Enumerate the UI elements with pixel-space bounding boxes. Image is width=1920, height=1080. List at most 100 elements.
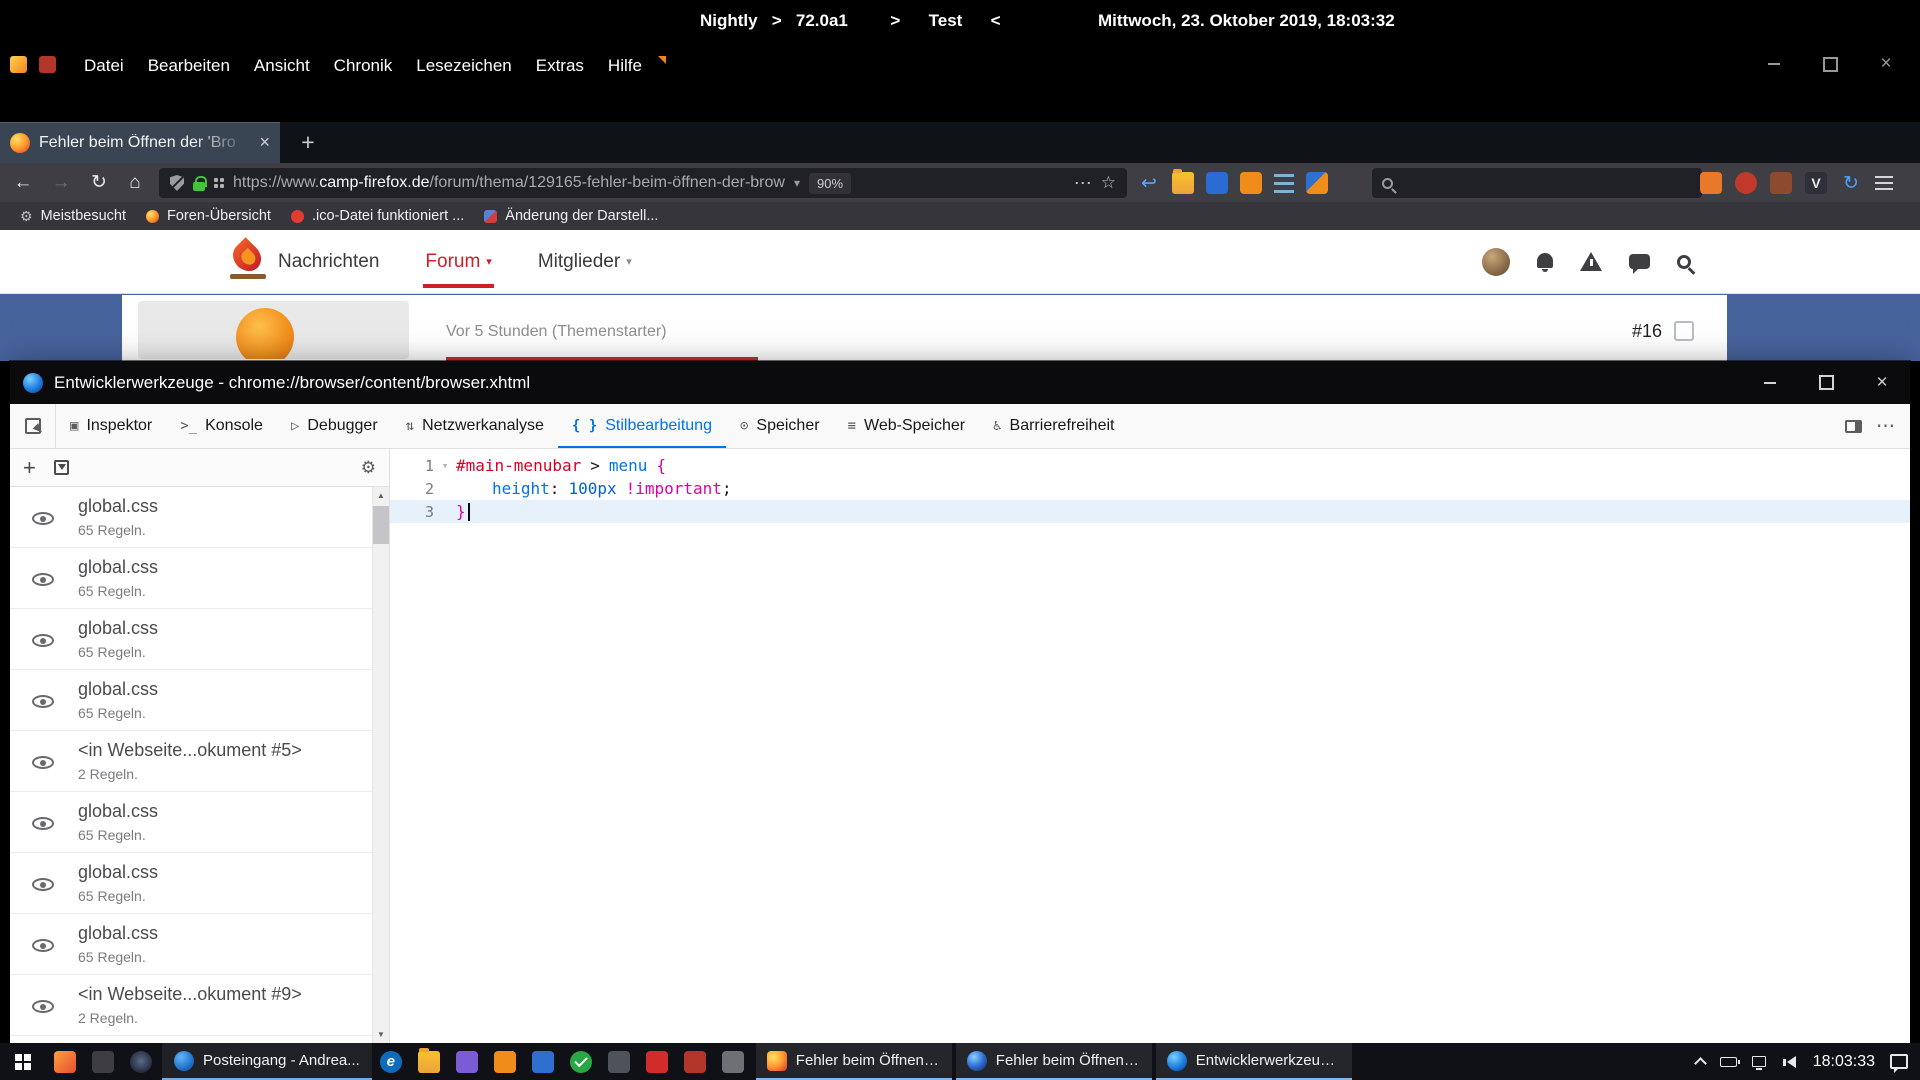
nav-mitglieder[interactable]: Mitglieder▾ xyxy=(538,251,632,273)
page-addon-icon[interactable] xyxy=(654,49,678,83)
tab-barrierefreiheit[interactable]: ♿Barrierefreiheit xyxy=(979,404,1128,448)
devtools-titlebar[interactable]: Entwicklerwerkzeuge - chrome://browser/c… xyxy=(10,361,1910,404)
bell-icon[interactable] xyxy=(1537,253,1553,268)
visibility-eye-icon[interactable] xyxy=(32,756,54,769)
tab-close-icon[interactable]: × xyxy=(259,132,270,153)
list-addon-icon[interactable] xyxy=(1274,174,1294,193)
pinned-app-edge[interactable]: e xyxy=(372,1043,410,1080)
pinned-app-gray[interactable] xyxy=(600,1043,638,1080)
bookmark-foren-uebersicht[interactable]: Foren-Übersicht xyxy=(136,202,281,230)
browser-tab[interactable]: Fehler beim Öffnen der 'Bro × xyxy=(0,122,280,163)
tab-konsole[interactable]: >_Konsole xyxy=(166,404,277,448)
post-number[interactable]: #16 xyxy=(1632,321,1662,342)
tab-debugger[interactable]: ▷Debugger xyxy=(277,404,392,448)
stylesheet-item[interactable]: global.css65 Regeln. xyxy=(10,548,372,609)
action-center-icon[interactable] xyxy=(1890,1054,1908,1069)
devtools-window-button[interactable]: Entwicklerwerkzeuge ... xyxy=(1156,1043,1352,1080)
stylesheet-item[interactable]: <in Webseite...okument #9>2 Regeln. xyxy=(10,975,372,1036)
red-addon-icon[interactable] xyxy=(39,56,56,73)
menu-chronik[interactable]: Chronik xyxy=(322,49,405,83)
visibility-eye-icon[interactable] xyxy=(32,1000,54,1013)
scroll-down-icon[interactable]: ▼ xyxy=(373,1026,389,1043)
folder-addon-icon[interactable] xyxy=(1172,172,1194,194)
fold-arrow-icon[interactable]: ▾ xyxy=(434,459,456,472)
start-button[interactable] xyxy=(0,1043,46,1080)
bookmark-meistbesucht[interactable]: ⚙Meistbesucht xyxy=(10,202,136,230)
stylesheet-item[interactable]: global.css65 Regeln. xyxy=(10,670,372,731)
pinned-app-dark[interactable] xyxy=(84,1043,122,1080)
nav-nachrichten[interactable]: Nachrichten xyxy=(278,251,379,273)
chat-icon[interactable] xyxy=(1629,254,1650,269)
search-icon[interactable] xyxy=(1677,255,1691,269)
forward-button[interactable]: → xyxy=(44,167,78,198)
pinned-app-planet[interactable] xyxy=(122,1043,160,1080)
tab-stilbearbeitung[interactable]: { }Stilbearbeitung xyxy=(558,404,726,448)
bookmark-aenderung[interactable]: Änderung der Darstell... xyxy=(474,202,668,230)
visibility-eye-icon[interactable] xyxy=(32,878,54,891)
sync-addon-icon[interactable]: ↻ xyxy=(1840,172,1862,194)
minimize-button[interactable] xyxy=(1746,47,1802,81)
scroll-up-icon[interactable]: ▲ xyxy=(373,487,389,504)
post-checkbox[interactable] xyxy=(1674,321,1694,341)
pinned-app-maroon[interactable] xyxy=(676,1043,714,1080)
taskbar-clock[interactable]: 18:03:33 xyxy=(1813,1053,1875,1071)
menu-bearbeiten[interactable]: Bearbeiten xyxy=(136,49,242,83)
pinned-app-colorful[interactable] xyxy=(46,1043,84,1080)
home-button[interactable]: ⌂ xyxy=(118,167,152,198)
stylesheet-item[interactable]: global.css65 Regeln. xyxy=(10,792,372,853)
urlbar-dropdown-icon[interactable]: ▾ xyxy=(794,176,800,190)
bookmark-star-icon[interactable]: ☆ xyxy=(1101,173,1116,193)
visibility-eye-icon[interactable] xyxy=(32,512,54,525)
pinned-app-slate[interactable] xyxy=(714,1043,752,1080)
visibility-eye-icon[interactable] xyxy=(32,939,54,952)
visibility-eye-icon[interactable] xyxy=(32,695,54,708)
flag-addon-icon[interactable] xyxy=(10,56,27,73)
orange-badge-addon-icon[interactable] xyxy=(1700,172,1722,194)
tab-inspektor[interactable]: ▣Inspektor xyxy=(56,404,166,448)
menu-extras[interactable]: Extras xyxy=(524,49,596,83)
thunderbird-window-button[interactable]: Posteingang - Andrea... xyxy=(162,1043,372,1080)
node-picker-button[interactable] xyxy=(10,404,56,448)
scrollbar[interactable]: ▲ ▼ xyxy=(372,487,389,1043)
tab-speicher[interactable]: ⊙Speicher xyxy=(726,404,834,448)
back-button[interactable]: ← xyxy=(6,167,40,198)
pinned-app-orange[interactable] xyxy=(486,1043,524,1080)
nightly-window-button[interactable]: Fehler beim Öffnen d... xyxy=(956,1043,1152,1080)
warning-icon[interactable] xyxy=(1580,252,1602,271)
new-stylesheet-button[interactable]: + xyxy=(23,457,36,479)
bookmark-ico-datei[interactable]: .ico-Datei funktioniert ... xyxy=(281,202,474,230)
campfire-logo-icon[interactable] xyxy=(227,237,267,277)
pinned-app-red-d[interactable] xyxy=(638,1043,676,1080)
new-tab-button[interactable]: + xyxy=(290,126,326,159)
firefox-window-button[interactable]: Fehler beim Öffnen d... xyxy=(756,1043,952,1080)
visibility-eye-icon[interactable] xyxy=(32,817,54,830)
vimium-addon-icon[interactable]: V xyxy=(1805,172,1827,194)
stylesheet-item[interactable]: global.css65 Regeln. xyxy=(10,853,372,914)
app-menu-icon[interactable] xyxy=(1875,176,1893,190)
meatball-menu-icon[interactable]: ⋯ xyxy=(1876,415,1896,438)
tab-web-speicher[interactable]: ≡Web-Speicher xyxy=(834,404,980,448)
search-bar[interactable] xyxy=(1372,168,1702,198)
lock-icon[interactable] xyxy=(193,182,205,191)
menu-lesezeichen[interactable]: Lesezeichen xyxy=(404,49,523,83)
maximize-button[interactable] xyxy=(1798,361,1854,404)
brush-addon-icon[interactable] xyxy=(1306,172,1328,194)
close-button[interactable]: × xyxy=(1858,47,1914,81)
scrollbar-thumb[interactable] xyxy=(373,506,389,544)
close-button[interactable]: × xyxy=(1854,361,1910,404)
avatar[interactable] xyxy=(1482,248,1510,276)
network-icon[interactable] xyxy=(1752,1056,1766,1067)
pinned-app-quill[interactable] xyxy=(524,1043,562,1080)
permissions-icon[interactable] xyxy=(214,178,218,182)
undo-arrow-addon-icon[interactable]: ↩ xyxy=(1138,172,1160,194)
menu-ansicht[interactable]: Ansicht xyxy=(242,49,322,83)
search-input[interactable] xyxy=(1402,175,1692,192)
tab-netzwerkanalyse[interactable]: ⇅Netzwerkanalyse xyxy=(392,404,558,448)
post-image[interactable] xyxy=(138,301,409,359)
stylesheet-item[interactable]: <in Webseite...okument #5>2 Regeln. xyxy=(10,731,372,792)
volume-icon[interactable] xyxy=(1781,1056,1796,1068)
visibility-eye-icon[interactable] xyxy=(32,573,54,586)
page-actions-icon[interactable]: ⋯ xyxy=(1074,173,1092,194)
minimize-button[interactable] xyxy=(1742,361,1798,404)
pinned-app-purple[interactable] xyxy=(448,1043,486,1080)
